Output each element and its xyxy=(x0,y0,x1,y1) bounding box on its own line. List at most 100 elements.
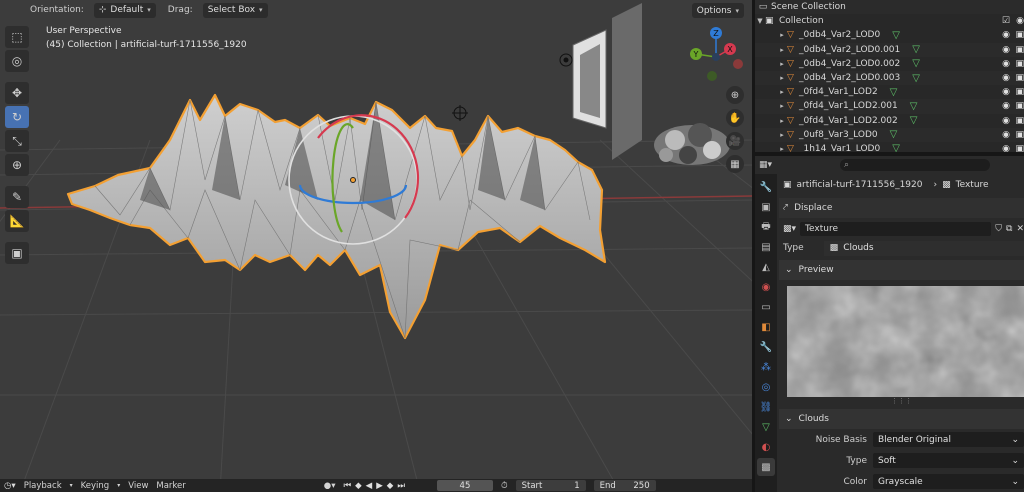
noise-basis-dropdown[interactable]: Blender Original ⌄ xyxy=(873,432,1024,447)
color-dropdown[interactable]: Grayscale ⌄ xyxy=(873,474,1024,489)
view-menu[interactable]: View xyxy=(128,481,148,491)
render-tab-icon[interactable]: ▣ xyxy=(757,198,775,216)
3d-viewport[interactable]: Z Y X Orientation: ⊹ Default ▾ Drag: Sel… xyxy=(0,0,752,492)
expand-arrow-icon[interactable]: ▸ xyxy=(777,46,787,54)
texture-tab-icon[interactable]: ▩ xyxy=(757,458,775,476)
outliner-object-row[interactable]: ▸ ▽ _0db4_Var2_LOD0.002 ▽ ◉ ▣ xyxy=(755,56,1024,71)
pan-hand-icon[interactable]: ✋ xyxy=(726,109,744,127)
expand-arrow-icon[interactable]: ▸ xyxy=(777,88,787,96)
play-reverse-icon[interactable]: ◀ xyxy=(366,481,373,491)
eye-visibility-icon[interactable]: ◉ xyxy=(1002,45,1010,55)
particles-tab-icon[interactable]: ⁂ xyxy=(757,358,775,376)
outliner-object-row[interactable]: ▸ ▽ _0fd4_Var1_LOD2.001 ▽ ◉ ▣ xyxy=(755,99,1024,114)
editor-type-icon[interactable]: ▦▾ xyxy=(759,160,772,170)
physics-tab-icon[interactable]: ◎ xyxy=(757,378,775,396)
camera-render-icon[interactable]: ▣ xyxy=(1015,45,1024,55)
annotate-tool-icon[interactable]: ✎ xyxy=(5,186,29,208)
camera-render-icon[interactable]: ▣ xyxy=(1015,30,1024,40)
eye-visibility-icon[interactable]: ◉ xyxy=(1002,116,1010,126)
collection-row[interactable]: ▼ ▣ Collection ☑ ◉ xyxy=(755,14,1024,28)
collection-tab-icon[interactable]: ▭ xyxy=(757,298,775,316)
record-icon[interactable]: ●▾ xyxy=(324,481,336,491)
constraints-tab-icon[interactable]: ⛓ xyxy=(757,398,775,416)
outliner-object-row[interactable]: ▸ ▽ _0uf8_Var3_LOD0 ▽ ◉ ▣ xyxy=(755,127,1024,142)
eye-visibility-icon[interactable]: ◉ xyxy=(1002,30,1010,40)
properties-search-input[interactable]: ⌕ xyxy=(840,159,991,171)
zoom-icon[interactable]: ⊕ xyxy=(726,86,744,104)
play-icon[interactable]: ▶ xyxy=(376,481,383,491)
texture-type-dropdown[interactable]: ▩ Clouds xyxy=(823,240,1024,256)
texture-browse-icon[interactable]: ▩▾ xyxy=(783,224,796,234)
camera-render-icon[interactable]: ▣ xyxy=(1015,87,1024,97)
eye-visibility-icon[interactable]: ◉ xyxy=(1002,101,1010,111)
keying-menu[interactable]: Keying xyxy=(81,481,110,491)
jump-start-icon[interactable]: ⏮ xyxy=(343,481,351,491)
next-key-icon[interactable]: ◆ xyxy=(387,481,394,491)
camera-render-icon[interactable]: ▣ xyxy=(1015,59,1024,69)
eye-visibility-icon[interactable]: ◉ xyxy=(1002,130,1010,140)
prev-key-icon[interactable]: ◆ xyxy=(355,481,362,491)
fake-user-shield-icon[interactable]: ⛉ xyxy=(995,224,1002,234)
outliner-object-row[interactable]: ▸ ▽ _0fd4_Var1_LOD2.002 ▽ ◉ ▣ xyxy=(755,113,1024,128)
expand-arrow-icon[interactable]: ▸ xyxy=(777,145,787,152)
options-dropdown[interactable]: Options ▾ xyxy=(691,3,744,18)
modifier-row[interactable]: ⤤ Displace xyxy=(779,198,1024,218)
preview-resize-handle[interactable]: ⋮⋮⋮ xyxy=(779,397,1024,407)
expand-arrow-icon[interactable]: ▸ xyxy=(777,131,787,139)
transform-tool-icon[interactable]: ⊕ xyxy=(5,154,29,176)
scale-tool-icon[interactable]: ⤡ xyxy=(5,130,29,152)
clock-icon[interactable]: ⏱ xyxy=(501,481,508,491)
world-tab-icon[interactable]: ◉ xyxy=(757,278,775,296)
expand-arrow-icon[interactable]: ▸ xyxy=(777,31,787,39)
start-frame-field[interactable]: Start 1 xyxy=(515,480,586,491)
expand-arrow-icon[interactable]: ▸ xyxy=(777,102,787,110)
preview-panel-header[interactable]: ⌄ Preview xyxy=(779,260,1024,280)
view-layer-tab-icon[interactable]: ▤ xyxy=(757,238,775,256)
playback-menu[interactable]: Playback xyxy=(24,481,62,491)
camera-render-icon[interactable]: ▣ xyxy=(1015,130,1024,140)
camera-render-icon[interactable]: ▣ xyxy=(1015,73,1024,83)
material-tab-icon[interactable]: ◐ xyxy=(757,438,775,456)
eye-visibility-icon[interactable]: ◉ xyxy=(1002,144,1010,152)
marker-menu[interactable]: Marker xyxy=(156,481,185,491)
jump-end-icon[interactable]: ⏭ xyxy=(397,481,405,491)
camera-icon[interactable]: ◉ xyxy=(1016,16,1024,26)
scene-canvas[interactable]: Z Y X xyxy=(0,0,752,492)
unlink-close-icon[interactable]: ✕ xyxy=(1016,224,1024,234)
eye-visibility-icon[interactable]: ◉ xyxy=(1002,87,1010,97)
checkbox-icon[interactable]: ☑ xyxy=(1002,16,1010,26)
add-cube-tool-icon[interactable]: ▣ xyxy=(5,242,29,264)
editor-type-icon[interactable]: ◷▾ xyxy=(4,481,16,491)
noise-type-dropdown[interactable]: Soft ⌄ xyxy=(873,453,1024,468)
camera-render-icon[interactable]: ▣ xyxy=(1015,144,1024,152)
expand-arrow-icon[interactable]: ▼ xyxy=(755,17,765,25)
perspective-grid-icon[interactable]: ▦ xyxy=(726,155,744,173)
current-frame-field[interactable]: 45 xyxy=(436,480,493,491)
outliner-object-row[interactable]: ▸ ▽ _1h14_Var1_LOD0 ▽ ◉ ▣ xyxy=(755,141,1024,152)
cursor-tool-icon[interactable]: ◎ xyxy=(5,50,29,72)
scene-collection-row[interactable]: ▭ Scene Collection xyxy=(755,0,1024,15)
data-tab-icon[interactable]: ▽ xyxy=(757,418,775,436)
outliner-object-row[interactable]: ▸ ▽ _0db4_Var2_LOD0.003 ▽ ◉ ▣ xyxy=(755,70,1024,86)
expand-arrow-icon[interactable]: ▸ xyxy=(777,74,787,82)
camera-view-icon[interactable]: 🎥 xyxy=(726,132,744,150)
select-box-tool-icon[interactable]: ⬚ xyxy=(5,26,29,48)
output-tab-icon[interactable]: 🖶 xyxy=(757,218,775,236)
end-frame-field[interactable]: End 250 xyxy=(593,480,656,491)
expand-arrow-icon[interactable]: ▸ xyxy=(777,117,787,125)
orientation-dropdown[interactable]: ⊹ Default ▾ xyxy=(93,2,156,18)
clouds-panel-header[interactable]: ⌄ Clouds xyxy=(779,409,1024,429)
scene-tab-icon[interactable]: ◭ xyxy=(757,258,775,276)
expand-arrow-icon[interactable]: ▸ xyxy=(777,60,787,68)
outliner-object-row[interactable]: ▸ ▽ _0fd4_Var1_LOD2 ▽ ◉ ▣ xyxy=(755,85,1024,100)
tool-tab-icon[interactable]: 🔧 xyxy=(757,178,775,196)
texture-name-field[interactable]: Texture xyxy=(800,222,992,236)
object-tab-icon[interactable]: ◧ xyxy=(757,318,775,336)
modifier-tab-icon[interactable]: 🔧 xyxy=(757,338,775,356)
eye-visibility-icon[interactable]: ◉ xyxy=(1002,59,1010,69)
eye-visibility-icon[interactable]: ◉ xyxy=(1002,73,1010,83)
outliner-object-row[interactable]: ▸ ▽ _0db4_Var2_LOD0 ▽ ◉ ▣ xyxy=(755,28,1024,43)
camera-render-icon[interactable]: ▣ xyxy=(1015,101,1024,111)
outliner-object-row[interactable]: ▸ ▽ _0db4_Var2_LOD0.001 ▽ ◉ ▣ xyxy=(755,42,1024,57)
drag-dropdown[interactable]: Select Box ▾ xyxy=(202,2,268,18)
